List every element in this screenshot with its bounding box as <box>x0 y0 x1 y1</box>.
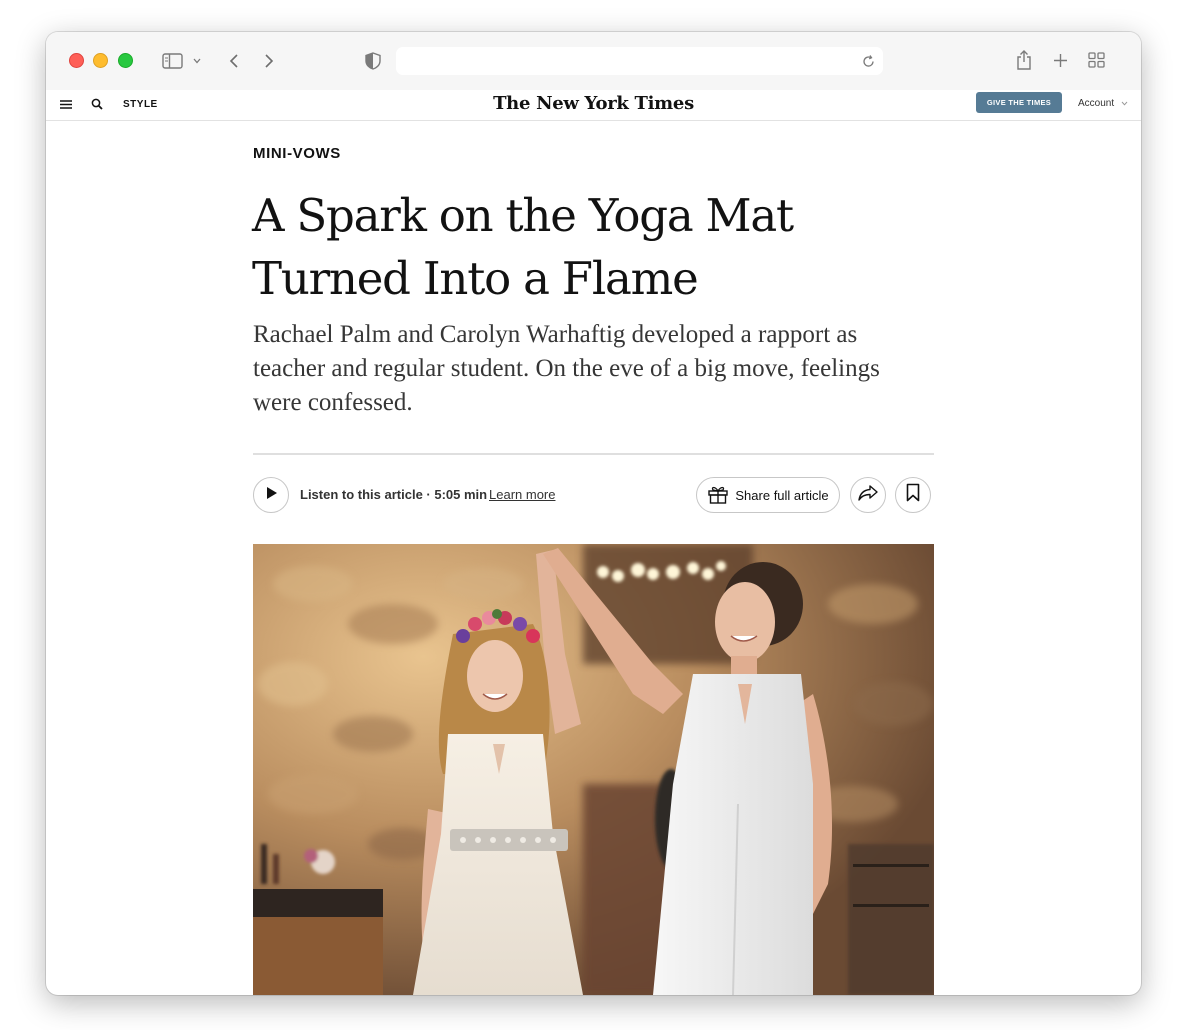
learn-more-link[interactable]: Learn more <box>489 487 555 502</box>
give-the-times-button[interactable]: GIVE THE TIMES <box>976 92 1062 113</box>
browser-toolbar <box>46 32 1141 90</box>
tab-overview-icon[interactable] <box>1086 51 1106 69</box>
share-arrow-icon <box>858 484 878 506</box>
chevron-down-icon <box>1121 98 1128 109</box>
site-header: STYLE The New York Times GIVE THE TIMES … <box>46 90 1141 121</box>
browser-window: STYLE The New York Times GIVE THE TIMES … <box>46 32 1141 995</box>
sidebar-icon[interactable] <box>161 51 183 71</box>
zoom-window-button[interactable] <box>118 53 133 68</box>
address-bar[interactable] <box>396 47 883 75</box>
reload-icon[interactable] <box>861 54 875 68</box>
bookmark-button[interactable] <box>895 477 931 513</box>
listen-label: Listen to this article · 5:05 min <box>300 487 488 502</box>
article-summary: Rachael Palm and Carolyn Warhaftig devel… <box>253 321 880 416</box>
chevron-down-icon[interactable] <box>191 54 203 68</box>
article-headline: A Spark on the Yoga Mat Turned Into a Fl… <box>252 189 794 305</box>
article-kicker[interactable]: MINI-VOWS <box>253 145 341 162</box>
bookmark-icon <box>906 483 920 507</box>
gift-icon <box>707 484 729 507</box>
share-full-article-button[interactable]: Share full article <box>696 477 840 513</box>
lead-photo <box>253 544 934 995</box>
share-icon[interactable] <box>1015 49 1033 71</box>
share-full-article-label: Share full article <box>735 487 829 503</box>
shield-icon[interactable] <box>364 51 382 71</box>
share-button[interactable] <box>850 477 886 513</box>
divider <box>253 453 934 455</box>
close-window-button[interactable] <box>69 53 84 68</box>
account-label: Account <box>1078 98 1115 110</box>
back-icon[interactable] <box>226 51 242 71</box>
forward-icon[interactable] <box>261 51 277 71</box>
minimize-window-button[interactable] <box>93 53 108 68</box>
new-tab-icon[interactable] <box>1051 51 1069 69</box>
play-icon <box>266 486 277 504</box>
play-audio-button[interactable] <box>253 477 289 513</box>
account-menu[interactable]: Account <box>1078 98 1128 109</box>
